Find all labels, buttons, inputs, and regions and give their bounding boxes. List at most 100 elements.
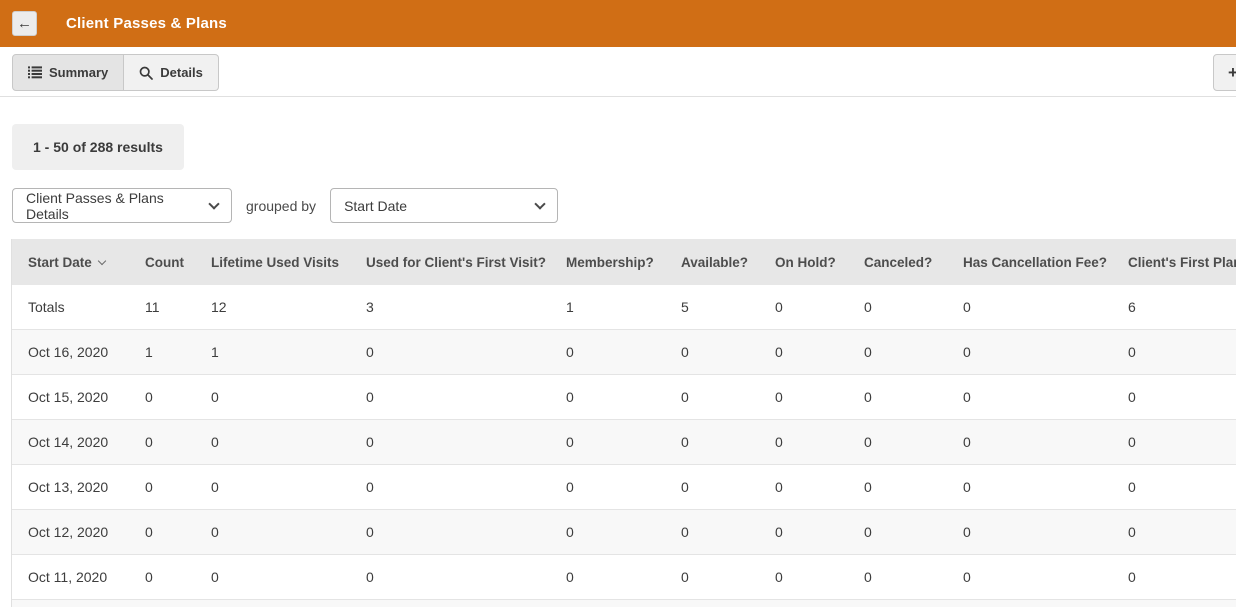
column-header-on-hold[interactable]: On Hold? xyxy=(775,239,864,285)
table-cell: 0 xyxy=(681,465,775,509)
chevron-down-icon xyxy=(534,198,545,209)
table-cell: 0 xyxy=(366,420,566,464)
table-header-row: Start DateCount Lifetime Used Visits Used … xyxy=(12,239,1236,285)
table-cell: 0 xyxy=(864,420,963,464)
sort-chevron-down-icon xyxy=(98,256,106,264)
table-cell: 0 xyxy=(963,510,1128,554)
table-cell: 0 xyxy=(963,375,1128,419)
table-cell: 0 xyxy=(681,420,775,464)
toolbar: Summary Details + xyxy=(0,47,1236,97)
column-header-client-s-first-plan[interactable]: Client's First Plan xyxy=(1128,239,1236,285)
tab-details-label: Details xyxy=(160,65,203,80)
table-cell: 0 xyxy=(1128,510,1236,554)
table-cell: 5 xyxy=(681,285,775,329)
table-cell: 0 xyxy=(1128,465,1236,509)
column-header-label: Client's First Plan xyxy=(1128,255,1236,270)
table-cell: 0 xyxy=(366,555,566,599)
row-label: Oct 15, 2020 xyxy=(12,375,145,419)
row-label: Oct 12, 2020 xyxy=(12,510,145,554)
table-cell: 0 xyxy=(1128,420,1236,464)
row-label: Oct 16, 2020 xyxy=(12,330,145,374)
table-cell: 0 xyxy=(864,555,963,599)
table-cell: 0 xyxy=(145,375,211,419)
table-cell: 0 xyxy=(864,285,963,329)
plus-icon: + xyxy=(1228,63,1236,83)
report-type-select-value: Client Passes & Plans Details xyxy=(26,190,200,222)
table-cell: 0 xyxy=(211,510,366,554)
table-cell: 0 xyxy=(775,420,864,464)
row-label: Oct 13, 2020 xyxy=(12,465,145,509)
column-header-label: Lifetime Used Visits xyxy=(211,255,339,270)
table-cell: 0 xyxy=(211,465,366,509)
table-row: Oct 12, 2020000000000 xyxy=(12,510,1236,555)
column-header-label: Count xyxy=(145,255,184,270)
column-header-label: Available? xyxy=(681,255,748,270)
column-header-membership[interactable]: Membership? xyxy=(566,239,681,285)
report-controls: Client Passes & Plans Details grouped by… xyxy=(12,188,1236,223)
table-cell: 0 xyxy=(681,510,775,554)
table-cell: 0 xyxy=(366,465,566,509)
column-header-count[interactable]: Count xyxy=(145,239,211,285)
row-label: Oct 11, 2020 xyxy=(12,555,145,599)
table-cell: 0 xyxy=(566,375,681,419)
table-cell: 6 xyxy=(1128,285,1236,329)
table-cell: 12 xyxy=(211,285,366,329)
table-cell: 0 xyxy=(963,330,1128,374)
table-cell: 0 xyxy=(211,420,366,464)
column-header-canceled[interactable]: Canceled? xyxy=(864,239,963,285)
table-cell: 0 xyxy=(775,375,864,419)
table-cell: 0 xyxy=(775,330,864,374)
table-cell: 0 xyxy=(963,420,1128,464)
group-by-select[interactable]: Start Date xyxy=(330,188,558,223)
table-cell: 0 xyxy=(366,510,566,554)
table-cell: 0 xyxy=(864,465,963,509)
tab-details[interactable]: Details xyxy=(124,54,219,91)
table-cell: 0 xyxy=(145,465,211,509)
table-cell: 0 xyxy=(963,465,1128,509)
table-cell: 0 xyxy=(775,285,864,329)
table-cell: 1 xyxy=(566,285,681,329)
list-icon xyxy=(28,66,42,79)
table-cell: 0 xyxy=(211,375,366,419)
table-cell: 0 xyxy=(145,510,211,554)
report-type-select[interactable]: Client Passes & Plans Details xyxy=(12,188,232,223)
table-row: Oct 14, 2020000000000 xyxy=(12,420,1236,465)
column-header-start-date[interactable]: Start Date xyxy=(12,239,145,285)
tab-summary[interactable]: Summary xyxy=(12,54,124,91)
table-cell: 0 xyxy=(366,330,566,374)
table-cell: 0 xyxy=(864,330,963,374)
table-cell: 0 xyxy=(775,555,864,599)
back-button[interactable]: ← xyxy=(12,11,37,36)
table-cell: 1 xyxy=(211,330,366,374)
table-cell: 0 xyxy=(775,465,864,509)
table-cell: 0 xyxy=(211,555,366,599)
table-cell: 0 xyxy=(963,285,1128,329)
row-label: Totals xyxy=(12,285,145,329)
column-header-used-for-client-s-first-visit[interactable]: Used for Client's First Visit? xyxy=(366,239,566,285)
column-header-lifetime-used-visits[interactable]: Lifetime Used Visits xyxy=(211,239,366,285)
results-table: Start DateCount Lifetime Used Visits Used … xyxy=(11,239,1236,607)
table-cell: 0 xyxy=(366,375,566,419)
table-body: Totals11123150006Oct 16, 2020110000000Oc… xyxy=(12,285,1236,607)
table-cell: 0 xyxy=(864,375,963,419)
table-row: Oct 13, 2020000000000 xyxy=(12,465,1236,510)
table-row: Oct 16, 2020110000000 xyxy=(12,330,1236,375)
table-cell: 0 xyxy=(145,420,211,464)
view-tab-group: Summary Details xyxy=(12,54,219,91)
table-cell: 0 xyxy=(145,555,211,599)
table-row-partial xyxy=(12,600,1236,607)
column-header-available[interactable]: Available? xyxy=(681,239,775,285)
column-header-label: Membership? xyxy=(566,255,654,270)
table-cell: 0 xyxy=(864,510,963,554)
app-header: ← Client Passes & Plans xyxy=(0,0,1236,47)
table-cell: 0 xyxy=(963,555,1128,599)
add-button[interactable]: + xyxy=(1213,54,1236,91)
table-cell: 1 xyxy=(145,330,211,374)
column-header-label: On Hold? xyxy=(775,255,836,270)
table-cell: 0 xyxy=(681,330,775,374)
column-header-label: Has Cancellation Fee? xyxy=(963,255,1107,270)
column-header-has-cancellation-fee[interactable]: Has Cancellation Fee? xyxy=(963,239,1128,285)
tab-summary-label: Summary xyxy=(49,65,108,80)
arrow-left-icon: ← xyxy=(17,16,32,31)
results-count-badge: 1 - 50 of 288 results xyxy=(12,124,184,170)
